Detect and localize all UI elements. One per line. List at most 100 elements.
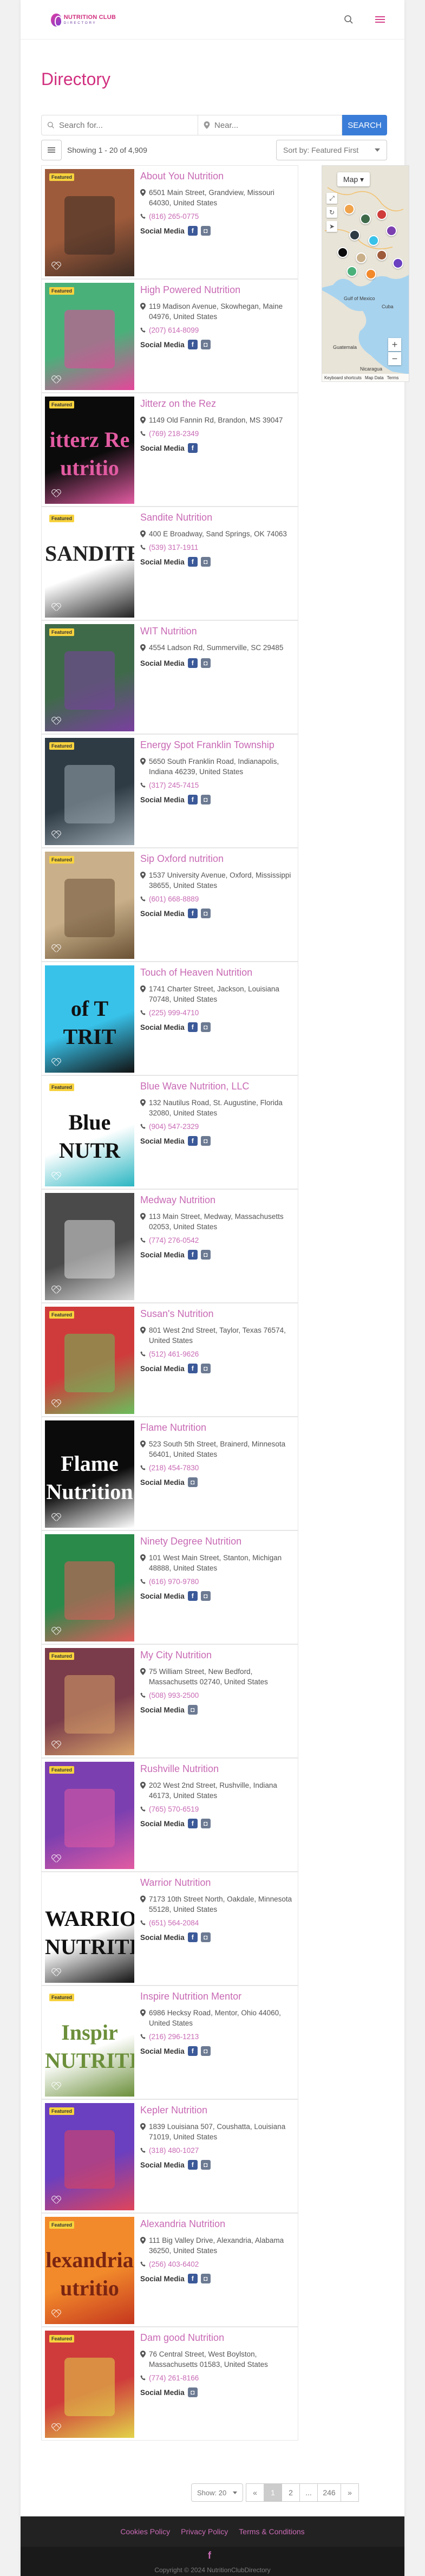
listing-image[interactable]: WARRIOR NUTRITION <box>45 1876 134 1983</box>
map-marker[interactable] <box>376 250 387 261</box>
listing-image[interactable]: lexandria utritio Featured <box>45 2217 134 2324</box>
search-field[interactable] <box>41 115 198 135</box>
listing-image[interactable]: Featured <box>45 2331 134 2438</box>
listing-image[interactable] <box>45 1193 134 1300</box>
instagram-icon[interactable]: ◘ <box>200 340 211 349</box>
listing-card[interactable]: Featured Susan's Nutrition 801 West 2nd … <box>41 1303 298 1417</box>
page-button[interactable]: 2 <box>282 2483 300 2502</box>
listing-card[interactable]: Featured Rushville Nutrition 202 West 2n… <box>41 1758 298 1872</box>
listing-phone-text[interactable]: (904) 547-2329 <box>149 1122 199 1131</box>
listing-card[interactable]: lexandria utritio Featured Alexandria Nut… <box>41 2213 298 2327</box>
fullscreen-icon[interactable]: ⤢ <box>326 193 337 204</box>
heart-icon[interactable] <box>51 945 60 952</box>
map-marker[interactable] <box>337 247 348 258</box>
instagram-icon[interactable]: ◘ <box>200 1022 211 1032</box>
listing-name[interactable]: WIT Nutrition <box>140 625 295 637</box>
map-marker[interactable] <box>346 266 357 277</box>
instagram-icon[interactable]: ◘ <box>200 1364 211 1373</box>
listing-phone-text[interactable]: (317) 245-7415 <box>149 781 199 789</box>
listing-phone[interactable]: (216) 296-1213 <box>140 2033 295 2041</box>
listing-name[interactable]: Sandite Nutrition <box>140 511 295 523</box>
listing-card[interactable]: Featured WIT Nutrition 4554 Ladson Rd, S… <box>41 620 298 734</box>
facebook-icon[interactable]: f <box>187 1022 198 1032</box>
sort-select[interactable]: Sort by: Featured First <box>276 140 387 160</box>
listing-phone[interactable]: (318) 480-1027 <box>140 2146 295 2155</box>
facebook-icon[interactable]: f <box>187 443 198 453</box>
listing-image[interactable]: Blue NUTR Featured <box>45 1079 134 1186</box>
search-button[interactable]: SEARCH <box>342 115 387 135</box>
listing-phone[interactable]: (317) 245-7415 <box>140 781 295 789</box>
heart-icon[interactable] <box>51 717 60 725</box>
listing-card[interactable]: Flame Nutrition Flame Nutrition 523 South… <box>41 1417 298 1530</box>
listing-phone-text[interactable]: (539) 317-1911 <box>149 543 198 551</box>
listing-image[interactable]: Inspir NUTRITION Featured <box>45 1989 134 2097</box>
listing-phone[interactable]: (816) 265-0775 <box>140 212 295 220</box>
listing-phone[interactable]: (256) 403-6402 <box>140 2260 295 2268</box>
logo[interactable]: NUTRITION CLUB DIRECTORY <box>51 11 116 29</box>
instagram-icon[interactable]: ◘ <box>200 1250 211 1260</box>
listing-phone[interactable]: (904) 547-2329 <box>140 1122 295 1131</box>
listing-name[interactable]: About You Nutrition <box>140 170 295 182</box>
instagram-icon[interactable]: ◘ <box>200 909 211 918</box>
listing-phone[interactable]: (508) 993-2500 <box>140 1691 295 1699</box>
facebook-icon[interactable]: f <box>208 2550 211 2561</box>
zoom-out-button[interactable]: − <box>388 352 401 365</box>
map-marker[interactable] <box>393 258 403 269</box>
listing-phone-text[interactable]: (512) 461-9626 <box>149 1350 199 1358</box>
listing-phone[interactable]: (616) 970-9780 <box>140 1578 295 1586</box>
heart-icon[interactable] <box>51 2310 60 2318</box>
listing-name[interactable]: Blue Wave Nutrition, LLC <box>140 1080 295 1092</box>
instagram-icon[interactable]: ◘ <box>187 1477 198 1487</box>
listing-phone[interactable]: (769) 218-2349 <box>140 430 295 438</box>
listing-phone[interactable]: (601) 668-8889 <box>140 895 295 903</box>
facebook-icon[interactable]: f <box>187 795 198 804</box>
heart-icon[interactable] <box>51 376 60 384</box>
listing-phone[interactable]: (765) 570-6519 <box>140 1805 295 1813</box>
heart-icon[interactable] <box>51 490 60 497</box>
listing-card[interactable]: SANDITE Featured Sandite Nutrition 400 E… <box>41 507 298 620</box>
listing-image[interactable]: Featured <box>45 2103 134 2210</box>
listing-card[interactable]: Blue NUTR Featured Blue Wave Nutrition, L… <box>41 1075 298 1189</box>
listing-card[interactable]: Featured My City Nutrition 75 William St… <box>41 1644 298 1758</box>
near-input[interactable] <box>214 120 323 130</box>
near-field[interactable] <box>198 115 342 135</box>
listing-phone-text[interactable]: (318) 480-1027 <box>149 2146 199 2155</box>
listing-image[interactable]: Featured <box>45 283 134 390</box>
listing-phone-text[interactable]: (207) 614-8099 <box>149 326 199 334</box>
map-footer-item[interactable]: Map Data <box>365 375 384 380</box>
facebook-icon[interactable]: f <box>187 340 198 349</box>
listing-phone-text[interactable]: (774) 276-0542 <box>149 1236 199 1244</box>
listing-phone-text[interactable]: (765) 570-6519 <box>149 1805 199 1813</box>
listing-name[interactable]: Warrior Nutrition <box>140 1877 295 1889</box>
listing-name[interactable]: Flame Nutrition <box>140 1422 295 1433</box>
page-button[interactable]: 1 <box>264 2483 282 2502</box>
privacy-policy-link[interactable]: Privacy Policy <box>181 2527 228 2536</box>
listing-phone-text[interactable]: (218) 454-7830 <box>149 1464 199 1472</box>
listing-phone-text[interactable]: (651) 564-2084 <box>149 1919 199 1927</box>
next-page-button[interactable]: » <box>341 2483 359 2502</box>
map-marker[interactable] <box>365 269 376 280</box>
listing-card[interactable]: Featured About You Nutrition 6501 Main S… <box>41 165 298 279</box>
listing-name[interactable]: Jitterz on the Rez <box>140 398 295 410</box>
map-type-select[interactable]: Map ▾ <box>337 172 370 186</box>
instagram-icon[interactable]: ◘ <box>200 226 211 236</box>
instagram-icon[interactable]: ◘ <box>200 795 211 804</box>
heart-icon[interactable] <box>51 1627 60 1635</box>
instagram-icon[interactable]: ◘ <box>187 2387 198 2397</box>
terms-link[interactable]: Terms & Conditions <box>239 2527 304 2536</box>
map-marker[interactable] <box>356 252 367 263</box>
listing-phone[interactable]: (225) 999-4710 <box>140 1009 295 1017</box>
heart-icon[interactable] <box>51 2082 60 2090</box>
instagram-icon[interactable]: ◘ <box>200 2274 211 2283</box>
map-marker[interactable] <box>349 230 360 241</box>
listing-phone[interactable]: (218) 454-7830 <box>140 1464 295 1472</box>
search-icon[interactable] <box>344 15 354 24</box>
instagram-icon[interactable]: ◘ <box>200 1591 211 1601</box>
heart-icon[interactable] <box>51 831 60 839</box>
facebook-icon[interactable]: f <box>187 1819 198 1828</box>
instagram-icon[interactable]: ◘ <box>200 1819 211 1828</box>
listing-card[interactable]: Medway Nutrition 113 Main Street, Medway… <box>41 1189 298 1303</box>
listing-phone-text[interactable]: (225) 999-4710 <box>149 1009 199 1017</box>
facebook-icon[interactable]: f <box>187 557 198 567</box>
map-footer-item[interactable]: Keyboard shortcuts <box>324 375 362 380</box>
